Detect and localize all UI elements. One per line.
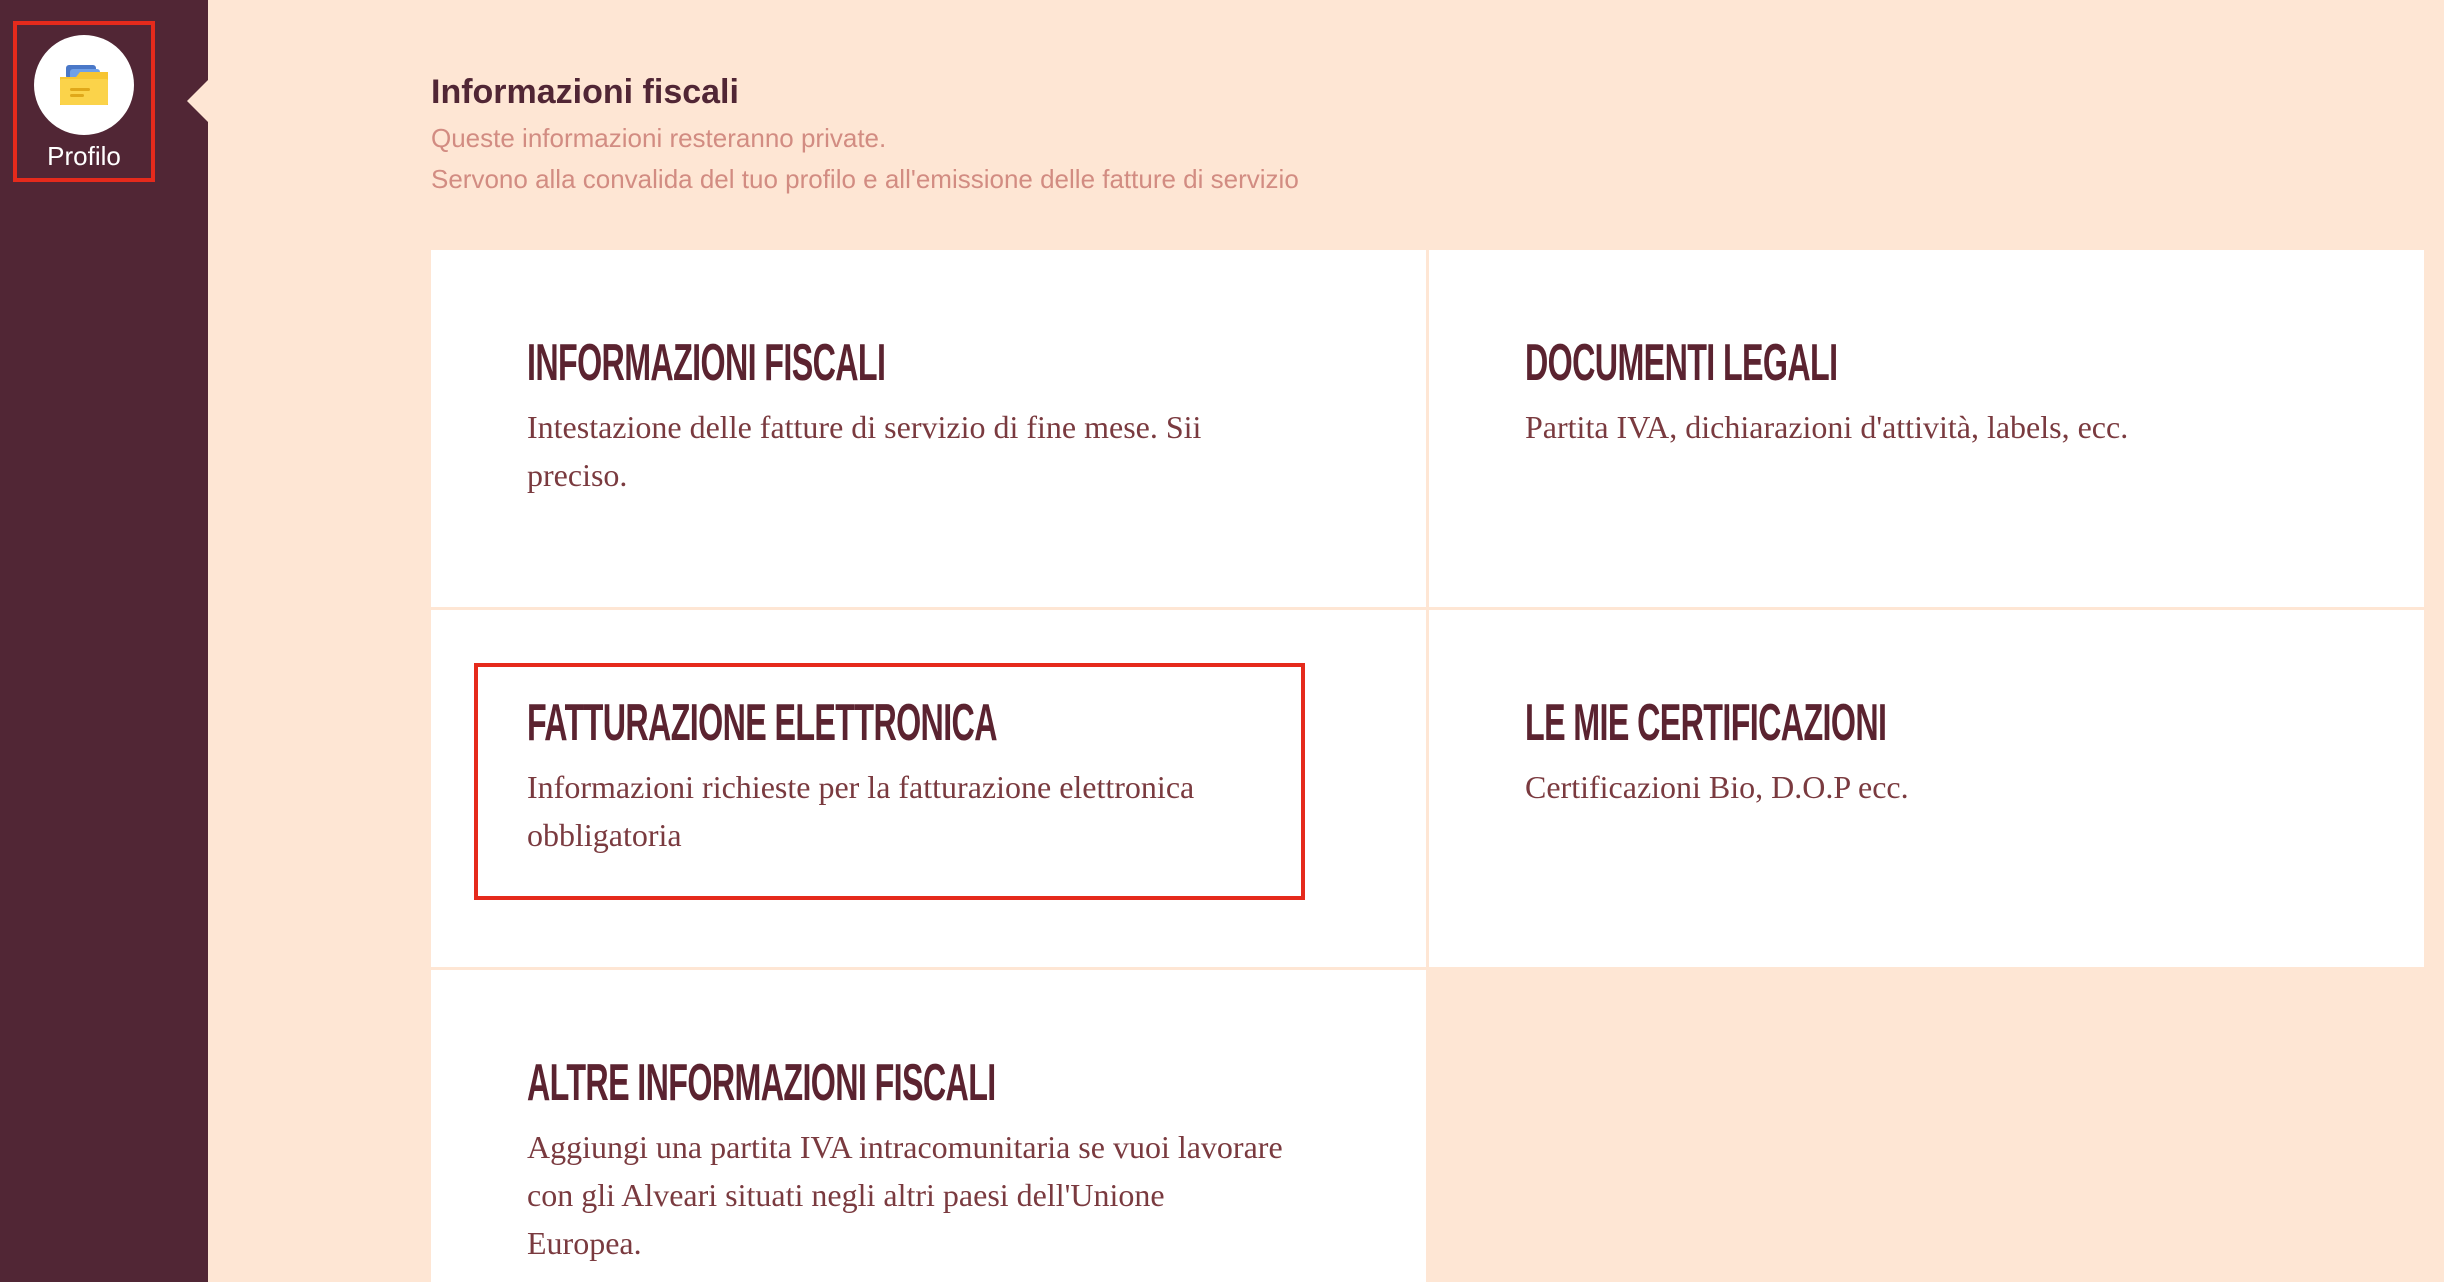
card-informazioni-fiscali[interactable]: INFORMAZIONI FISCALI Intestazione delle …: [431, 250, 1426, 607]
page-header: Informazioni fiscali Queste informazioni…: [431, 72, 1299, 200]
card-description: Certificazioni Bio, D.O.P ecc.: [1525, 769, 1909, 805]
card-title: LE MIE CERTIFICAZIONI: [1525, 694, 1887, 752]
card-description: Aggiungi una partita IVA intracomunitari…: [527, 1129, 1283, 1261]
card-description: Partita IVA, dichiarazioni d'attività, l…: [1525, 409, 2129, 445]
sidebar-active-pointer: [187, 79, 209, 123]
card-fatturazione-elettronica[interactable]: FATTURAZIONE ELETTRONICA Informazioni ri…: [431, 610, 1426, 967]
card-le-mie-certificazioni[interactable]: LE MIE CERTIFICAZIONI Certificazioni Bio…: [1429, 610, 2424, 967]
page-subtitle-line1: Queste informazioni resteranno private.: [431, 123, 887, 153]
profile-avatar: [34, 35, 134, 135]
card-description: Informazioni richieste per la fatturazio…: [527, 769, 1195, 853]
page-subtitle-line2: Servono alla convalida del tuo profilo e…: [431, 164, 1299, 194]
folder-icon: [60, 65, 108, 105]
sidebar-item-profilo[interactable]: Profilo: [13, 21, 155, 182]
sidebar-item-label: Profilo: [47, 141, 121, 171]
card-title: DOCUMENTI LEGALI: [1525, 334, 1838, 392]
sidebar: Profilo: [0, 0, 208, 1282]
card-title: INFORMAZIONI FISCALI: [527, 334, 886, 392]
card-description: Intestazione delle fatture di servizio d…: [527, 409, 1202, 493]
card-title: FATTURAZIONE ELETTRONICA: [527, 694, 998, 752]
card-documenti-legali[interactable]: DOCUMENTI LEGALI Partita IVA, dichiarazi…: [1429, 250, 2424, 607]
card-altre-informazioni-fiscali[interactable]: ALTRE INFORMAZIONI FISCALI Aggiungi una …: [431, 970, 1426, 1282]
page-title: Informazioni fiscali: [431, 73, 739, 111]
card-title: ALTRE INFORMAZIONI FISCALI: [527, 1054, 996, 1112]
